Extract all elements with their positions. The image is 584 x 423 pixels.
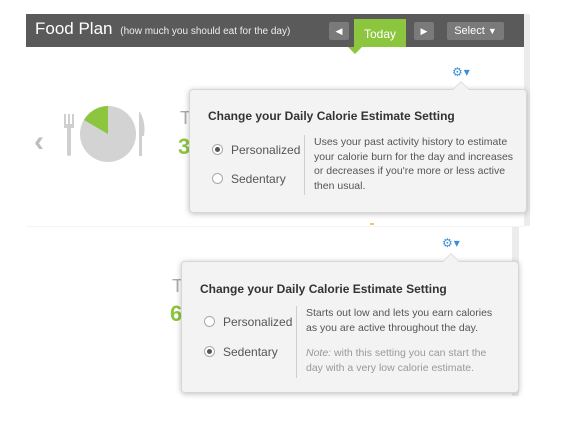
today-pointer: [348, 47, 362, 54]
page-title-text: Food Plan: [35, 19, 113, 38]
radio-sedentary[interactable]: Sedentary: [212, 172, 286, 186]
popup-caret-inner: [453, 82, 469, 90]
caret-down-icon: ▾: [453, 236, 461, 250]
today-button[interactable]: Today: [354, 19, 406, 47]
gear-icon: ⚙: [452, 65, 464, 79]
setting-description: Starts out low and lets you earn calorie…: [306, 307, 493, 334]
popup-caret-inner: [443, 254, 459, 262]
chevron-right-icon: ▶: [420, 26, 428, 36]
setting-note: Note: with this setting you can start th…: [306, 346, 506, 375]
chevron-left-icon: ◀: [335, 26, 343, 36]
setting-description: Uses your past activity history to estim…: [314, 136, 514, 192]
previous-day-button[interactable]: ◀: [329, 22, 349, 40]
settings-trigger-top[interactable]: ⚙▾: [452, 65, 471, 79]
radio-personalized[interactable]: Personalized: [212, 143, 300, 157]
divider: [26, 226, 524, 227]
radio-label: Sedentary: [223, 345, 278, 359]
next-day-button[interactable]: ▶: [414, 22, 434, 40]
calorie-setting-popup-personalized: Change your Daily Calorie Estimate Setti…: [189, 81, 527, 213]
radio-button[interactable]: [212, 173, 223, 185]
calorie-setting-popup-sedentary: Change your Daily Calorie Estimate Setti…: [181, 253, 519, 393]
radio-button[interactable]: [204, 316, 215, 328]
settings-trigger-bottom[interactable]: ⚙▾: [442, 236, 461, 250]
indicator-dot: [370, 223, 374, 225]
food-plan-header: Food Plan (how much you should eat for t…: [26, 14, 524, 47]
radio-personalized[interactable]: Personalized: [204, 315, 292, 329]
radio-button-selected[interactable]: [204, 346, 215, 358]
radio-label: Sedentary: [231, 172, 286, 186]
popup-separator: [296, 306, 297, 378]
radio-label: Personalized: [223, 315, 293, 329]
select-label: Select: [454, 25, 485, 37]
caret-down-icon: ▾: [463, 65, 471, 79]
previous-arrow-icon[interactable]: ‹: [34, 125, 44, 159]
popup-separator: [304, 135, 305, 195]
page-title: Food Plan (how much you should eat for t…: [35, 19, 290, 39]
note-label: Note:: [306, 347, 332, 359]
note-text: with this setting you can start the day …: [306, 347, 487, 374]
select-dropdown[interactable]: Select ▼: [447, 22, 504, 40]
gear-icon: ⚙: [442, 236, 454, 250]
radio-sedentary[interactable]: Sedentary: [204, 345, 278, 359]
plate-icon: [62, 104, 152, 171]
chevron-down-icon: ▼: [487, 26, 497, 36]
radio-button-selected[interactable]: [212, 144, 223, 156]
popup-title: Change your Daily Calorie Estimate Setti…: [200, 282, 447, 296]
page-subtitle: (how much you should eat for the day): [120, 26, 291, 37]
popup-title: Change your Daily Calorie Estimate Setti…: [208, 109, 455, 123]
radio-label: Personalized: [231, 143, 301, 157]
